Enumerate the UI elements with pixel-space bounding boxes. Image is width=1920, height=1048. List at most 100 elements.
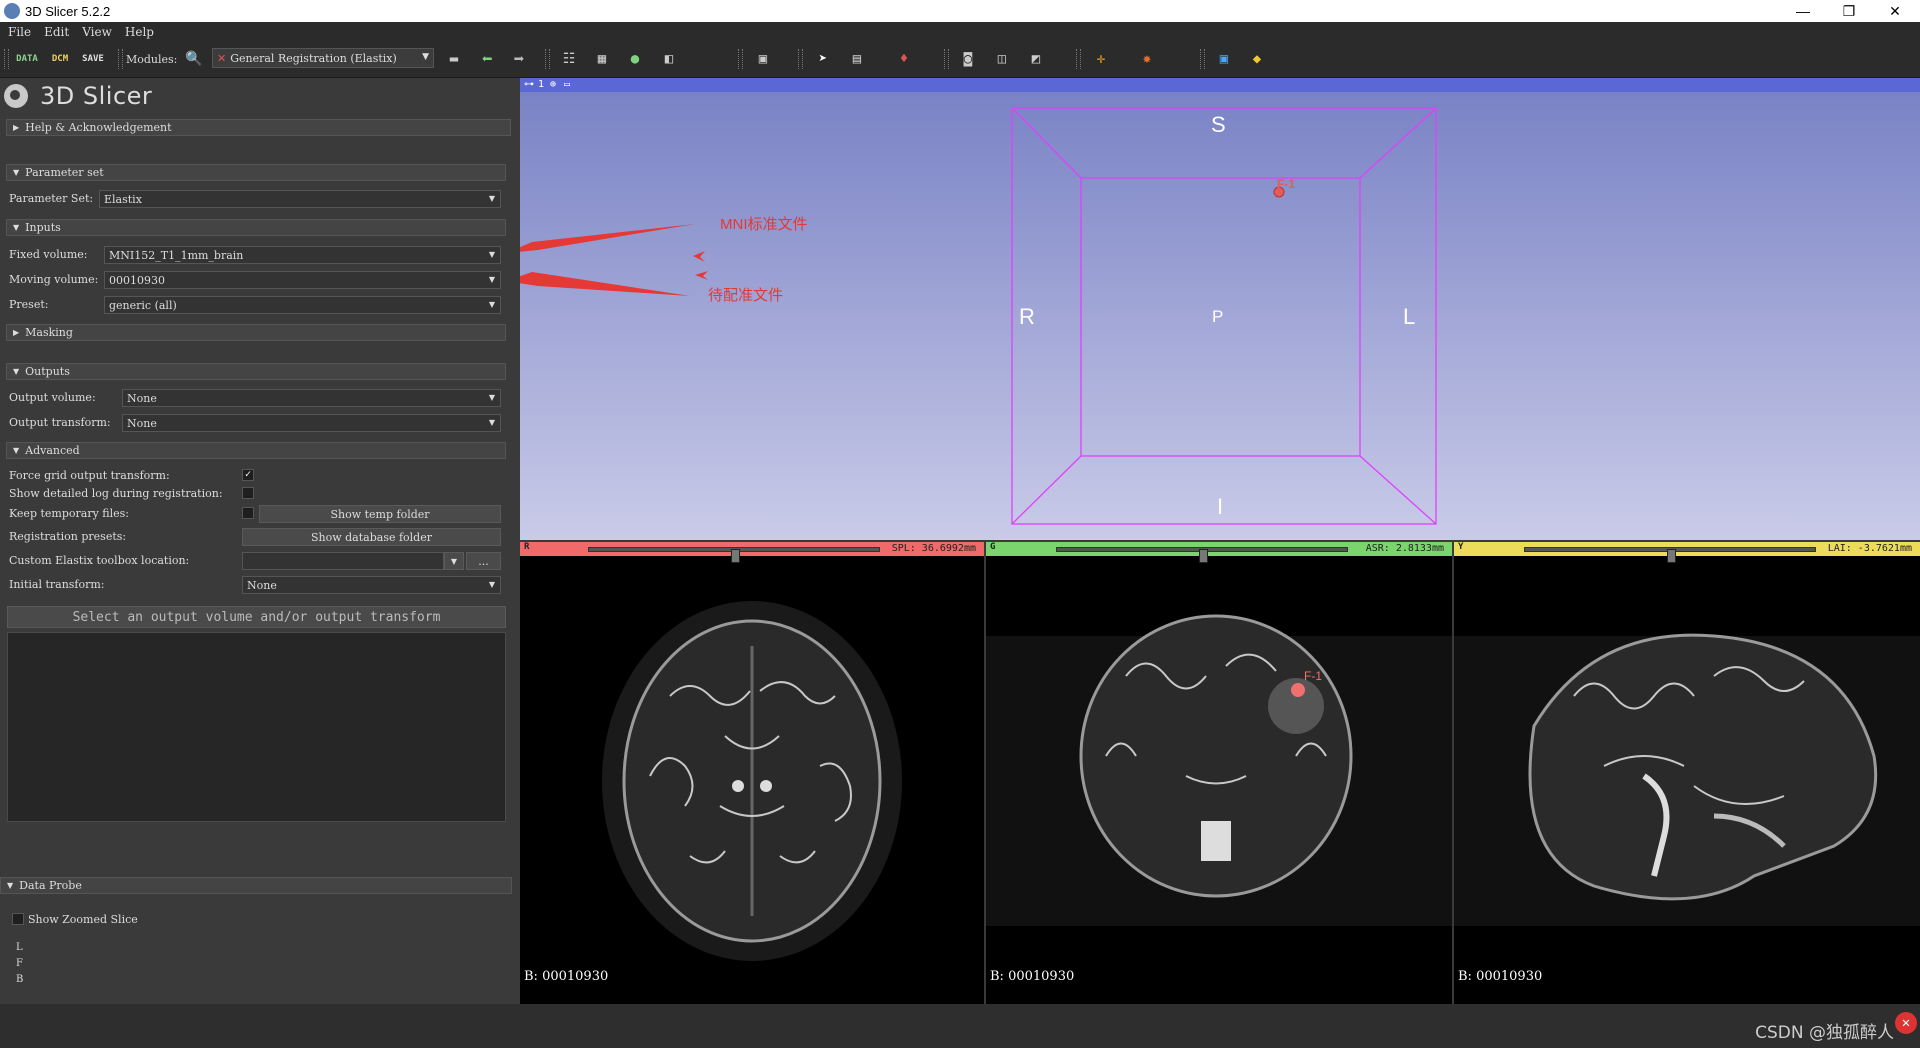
advanced-section-header[interactable]: ▼ Advanced: [6, 442, 506, 459]
toolbar-separator: [798, 49, 803, 69]
show-temp-folder-button[interactable]: Show temp folder: [259, 505, 501, 523]
chevron-right-icon: ▶: [13, 123, 20, 132]
detailed-log-checkbox[interactable]: [242, 487, 254, 499]
log-output-area[interactable]: [7, 632, 506, 822]
layout-icon[interactable]: ▣: [752, 49, 774, 69]
output-transform-combo[interactable]: None ▼: [122, 414, 501, 432]
forward-arrow-icon[interactable]: ➡: [508, 49, 530, 70]
dicom-button[interactable]: DCM: [49, 49, 71, 69]
toolbar-separator: [1076, 49, 1081, 69]
keep-temp-label: Keep temporary files:: [9, 507, 130, 520]
orientation-r: R: [1019, 304, 1035, 329]
red-slice-view[interactable]: R SPL: 36.6992mm B: 00010930: [520, 542, 984, 1004]
green-slice-view[interactable]: G ASR: 2.8133mm F-1 B: 00010930: [986, 542, 1452, 1004]
models-module-icon[interactable]: ●: [624, 49, 646, 69]
minimize-button[interactable]: —: [1780, 0, 1826, 22]
window-level-icon[interactable]: ▤: [846, 49, 868, 69]
add-data-button[interactable]: DATA: [16, 49, 38, 69]
pointer-icon[interactable]: ➤: [812, 49, 834, 69]
extension-manager-icon[interactable]: ▣: [1213, 49, 1235, 69]
parameter-set-combo[interactable]: Elastix ▼: [99, 190, 501, 208]
fiducial-label: F-1: [1277, 177, 1295, 191]
orientation-l: L: [1403, 304, 1416, 329]
preset-value: generic (all): [109, 298, 177, 312]
custom-location-input[interactable]: [242, 552, 444, 570]
inputs-section-header[interactable]: ▼ Inputs: [6, 219, 506, 236]
module-list-icon[interactable]: ▬: [443, 49, 465, 69]
output-volume-value: None: [127, 391, 157, 405]
masking-section-label: Masking: [25, 326, 73, 339]
force-grid-checkbox[interactable]: ✓: [242, 469, 254, 481]
fixed-volume-combo[interactable]: MNI152_T1_1mm_brain ▼: [104, 246, 501, 264]
red-slice-slider[interactable]: [588, 547, 880, 563]
keep-temp-checkbox[interactable]: [242, 507, 254, 519]
module-search-icon[interactable]: 🔍: [183, 49, 205, 69]
moving-annotation: 待配准文件: [708, 287, 784, 304]
fixed-annotation: MNI标准文件: [720, 216, 808, 233]
probe-f-label: F: [16, 958, 23, 969]
green-slice-offset: ASR: 2.8133mm: [1365, 543, 1444, 554]
module-panel: 3D Slicer ▶ Help & Acknowledgement ▼ Par…: [0, 78, 518, 1000]
help-section-label: Help & Acknowledgement: [25, 121, 172, 134]
yellow-slice-controller[interactable]: Y LAI: -3.7621mm: [1454, 542, 1920, 563]
initial-transform-combo[interactable]: None ▼: [242, 576, 501, 594]
initial-transform-value: None: [247, 578, 277, 592]
moving-volume-combo[interactable]: 00010930 ▼: [104, 271, 501, 289]
save-button[interactable]: SAVE: [82, 49, 104, 69]
modules-label: Modules:: [126, 53, 178, 66]
3d-view[interactable]: ⊶ 1 ⊕ ▭ S I R L P F-1 MNI标准文件 待配准文件: [520, 78, 1920, 540]
module-selector[interactable]: ✕ General Registration (Elastix) ▼: [212, 48, 434, 68]
close-button[interactable]: ✕: [1872, 0, 1918, 22]
volumes-module-icon[interactable]: ▦: [591, 49, 613, 69]
orientation-i: I: [1217, 494, 1224, 519]
data-probe-header[interactable]: ▼ Data Probe: [0, 877, 512, 894]
back-arrow-icon[interactable]: ⬅: [476, 49, 498, 70]
transforms-module-icon[interactable]: ◧: [658, 49, 680, 69]
preset-combo[interactable]: generic (all) ▼: [104, 296, 501, 314]
yellow-slice-slider[interactable]: [1524, 547, 1816, 563]
help-section-header[interactable]: ▶ Help & Acknowledgement: [6, 119, 511, 136]
extensions-icon[interactable]: ✸: [1136, 49, 1158, 69]
yellow-slice-offset: LAI: -3.7621mm: [1827, 543, 1912, 554]
red-slice-controller[interactable]: R SPL: 36.6992mm: [520, 542, 984, 563]
slicer-app-icon: [4, 3, 20, 19]
outputs-section-header[interactable]: ▼ Outputs: [6, 363, 506, 380]
moving-volume-label: Moving volume:: [9, 273, 99, 286]
toolbar-separator: [545, 49, 550, 69]
view-settings-icon[interactable]: ◩: [1025, 49, 1047, 69]
menu-view[interactable]: View: [82, 25, 112, 39]
python-icon[interactable]: ◆: [1246, 49, 1268, 69]
browse-button[interactable]: ...: [466, 552, 501, 570]
screenshot-icon[interactable]: ◙: [957, 49, 979, 69]
green-slice-controller[interactable]: G ASR: 2.8133mm: [986, 542, 1452, 563]
green-slice-slider[interactable]: [1056, 547, 1348, 563]
scene-view-icon[interactable]: ◫: [991, 49, 1013, 69]
show-database-folder-button[interactable]: Show database folder: [242, 528, 501, 546]
crosshair-icon[interactable]: ✛: [1090, 49, 1112, 69]
initial-transform-label: Initial transform:: [9, 578, 105, 591]
masking-section-header[interactable]: ▶ Masking: [6, 324, 506, 341]
parameter-set-value: Elastix: [104, 192, 142, 206]
chevron-down-icon: ▼: [13, 223, 20, 232]
menu-help[interactable]: Help: [125, 25, 154, 39]
close-icon[interactable]: ✕: [1895, 1012, 1917, 1034]
data-module-icon[interactable]: ☷: [558, 49, 580, 69]
custom-location-dropdown[interactable]: ▼: [444, 552, 464, 570]
yellow-slice-view[interactable]: Y LAI: -3.7621mm B: 00010930: [1454, 542, 1920, 1004]
place-fiducial-icon[interactable]: ♦: [893, 49, 915, 69]
menu-file[interactable]: File: [8, 25, 31, 39]
output-transform-label: Output transform:: [9, 416, 111, 429]
zoomed-slice-checkbox[interactable]: [12, 913, 24, 925]
menu-edit[interactable]: Edit: [44, 25, 69, 39]
outputs-section-label: Outputs: [25, 365, 70, 378]
toolbar-separator: [738, 49, 743, 69]
chevron-down-icon: ▼: [488, 418, 495, 427]
custom-location-label: Custom Elastix toolbox location:: [9, 554, 190, 567]
apply-button[interactable]: Select an output volume and/or output tr…: [7, 606, 506, 628]
output-volume-combo[interactable]: None ▼: [122, 389, 501, 407]
zoomed-slice-label: Show Zoomed Slice: [28, 913, 138, 926]
orientation-p: P: [1212, 307, 1224, 326]
maximize-button[interactable]: ❐: [1826, 0, 1872, 22]
parameter-section-label: Parameter set: [25, 166, 104, 179]
parameter-section-header[interactable]: ▼ Parameter set: [6, 164, 506, 181]
